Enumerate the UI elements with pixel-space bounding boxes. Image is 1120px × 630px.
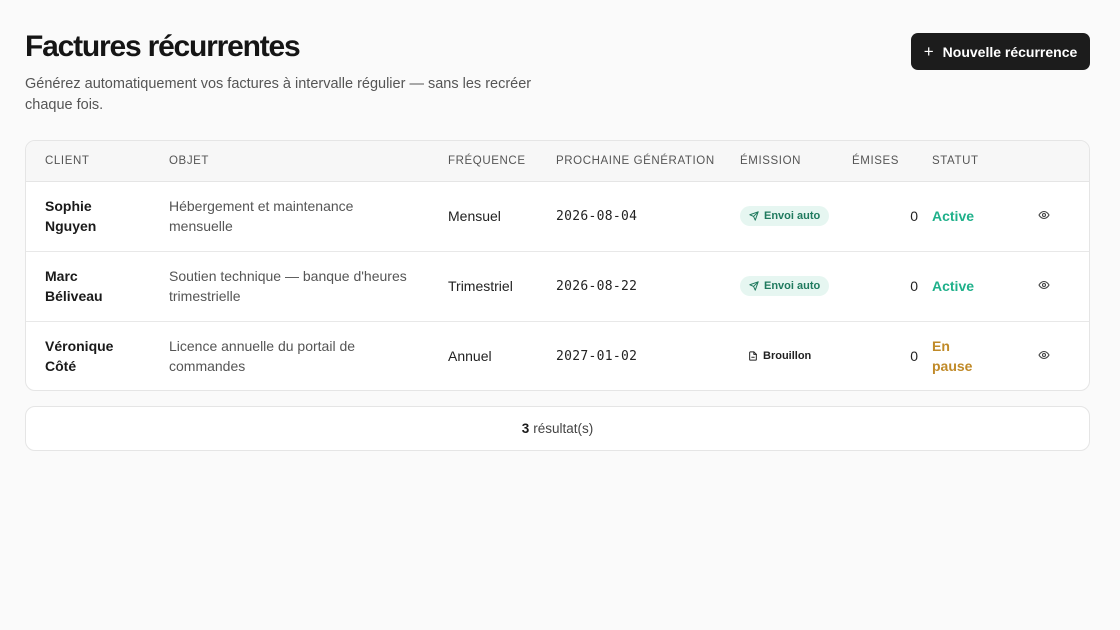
- column-header-issued[interactable]: ÉMISES: [852, 141, 922, 182]
- emission-label: Envoi auto: [764, 210, 821, 222]
- column-header-frequency[interactable]: FRÉQUENCE: [448, 141, 556, 182]
- view-button[interactable]: [1038, 209, 1050, 221]
- view-button[interactable]: [1038, 349, 1050, 361]
- view-button[interactable]: [1038, 279, 1050, 291]
- column-header-client[interactable]: CLIENT: [26, 141, 169, 182]
- page-title: Factures récurrentes: [25, 30, 301, 63]
- frequency: Mensuel: [448, 208, 501, 224]
- status-label: En pause: [932, 338, 973, 375]
- plus-icon: +: [923, 42, 934, 61]
- emission-label: Brouillon: [763, 350, 812, 363]
- next-generation-date: 2026-08-04: [556, 208, 638, 224]
- column-header-object[interactable]: OBJET: [169, 141, 448, 182]
- table-row[interactable]: Véronique Côté Licence annuelle du porta…: [26, 320, 1089, 390]
- table-row[interactable]: Sophie Nguyen Hébergement et maintenance…: [26, 181, 1089, 251]
- status-label: Active: [932, 208, 975, 224]
- column-header-next-generation[interactable]: PROCHAINE GÉNÉRATION: [556, 141, 740, 182]
- emission-cell: Envoi auto: [740, 181, 852, 251]
- new-recurrence-button[interactable]: + Nouvelle récurrence: [911, 33, 1090, 70]
- eye-icon: [1038, 210, 1050, 220]
- page-header: Factures récurrentes Générez automatique…: [25, 0, 1090, 140]
- issued-count: 0: [910, 208, 918, 224]
- page-subtitle: Générez automatiquement vos factures à i…: [25, 76, 532, 113]
- issued-count: 0: [852, 250, 922, 321]
- new-recurrence-label: Nouvelle récurrence: [942, 43, 1078, 60]
- column-header-actions: [1020, 141, 1089, 182]
- emission-badge: Envoi auto: [740, 206, 830, 226]
- issued-count: 0: [852, 320, 922, 390]
- frequency: Trimestriel: [448, 250, 556, 321]
- column-header-emission[interactable]: ÉMISSION: [740, 141, 852, 182]
- invoice-object: Soutien technique — banque d'heures trim…: [169, 268, 407, 304]
- emission-badge: Brouillon: [740, 346, 819, 366]
- results-label: résultat(s): [533, 421, 594, 436]
- results-count: 3: [521, 421, 530, 436]
- send-icon: [749, 211, 759, 221]
- recurring-invoices-table: CLIENT OBJET FRÉQUENCE PROCHAINE GÉNÉRAT…: [25, 140, 1090, 391]
- frequency: Annuel: [448, 320, 556, 390]
- eye-icon: [1038, 280, 1050, 290]
- emission-cell: Envoi auto: [740, 250, 852, 321]
- eye-icon: [1038, 351, 1050, 360]
- results-footer: 3 résultat(s): [25, 406, 1090, 451]
- send-icon: [749, 281, 759, 291]
- status-label: Active: [932, 278, 975, 294]
- client-name: Marc Béliveau: [45, 268, 103, 304]
- client-name: Sophie Nguyen: [45, 198, 97, 234]
- next-generation-date: 2027-01-02: [556, 320, 740, 390]
- invoice-object: Licence annuelle du portail de commandes: [169, 338, 356, 375]
- invoice-object: Hébergement et maintenance mensuelle: [169, 198, 354, 234]
- table-header-row: CLIENT OBJET FRÉQUENCE PROCHAINE GÉNÉRAT…: [26, 141, 1089, 182]
- client-name: Véronique Côté: [45, 338, 114, 375]
- next-generation-date: 2026-08-22: [556, 250, 740, 321]
- document-icon: [749, 351, 757, 361]
- emission-badge: Envoi auto: [740, 276, 830, 296]
- emission-cell: Brouillon: [740, 320, 852, 390]
- column-header-status[interactable]: STATUT: [922, 141, 1020, 182]
- emission-label: Envoi auto: [764, 280, 821, 292]
- table-row[interactable]: Marc Béliveau Soutien technique — banque…: [26, 250, 1089, 321]
